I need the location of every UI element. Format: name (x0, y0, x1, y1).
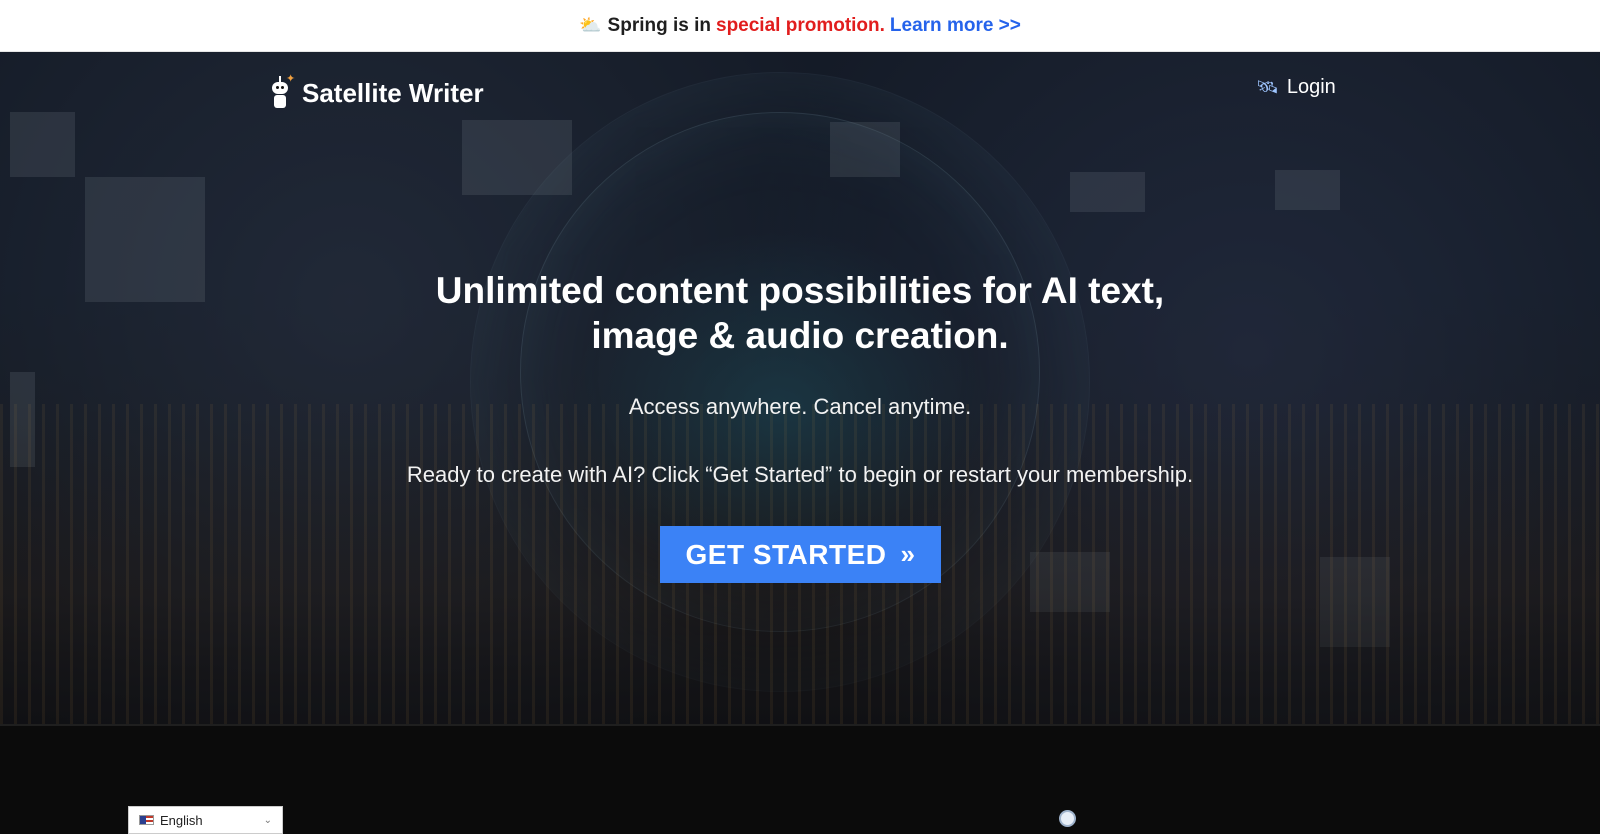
sun-behind-cloud-icon: ⛅ (579, 15, 602, 35)
hero-subline: Access anywhere. Cancel anytime. (628, 394, 972, 419)
hero-overlay (0, 52, 1600, 724)
robot-icon: ✦ (268, 73, 295, 110)
promo-banner: ⛅ Spring is in special promotion. Learn … (0, 0, 1600, 52)
login-link[interactable]: 🛰 Login (1256, 76, 1336, 99)
chevrons-right-icon: » (900, 539, 916, 569)
get-started-label: GET STARTED (685, 538, 887, 570)
us-flag-icon (139, 815, 154, 825)
hero-headline-line2: image & audio creation. (591, 315, 1009, 356)
hero-section: ✦ Satellite Writer 🛰 Login Unlimited con… (0, 52, 1600, 724)
promo-text: Spring is in (607, 14, 711, 36)
chevron-down-icon: ⌄ (263, 814, 272, 826)
get-started-button[interactable]: GET STARTED » (660, 526, 941, 583)
login-label: Login (1286, 76, 1336, 98)
hero-headline: Unlimited content possibilities for AI t… (350, 268, 1250, 358)
loading-indicator (1059, 810, 1076, 827)
hero-ready-line: Ready to create with AI? Click “Get Star… (406, 462, 1194, 487)
brand-name: Satellite Writer (302, 77, 484, 108)
satellite-icon: 🛰 (1256, 77, 1279, 97)
learn-more-link[interactable]: Learn more >> (890, 15, 1021, 37)
language-select[interactable]: English ⌄ (128, 806, 283, 834)
promo-highlight: special promotion. (716, 14, 885, 36)
language-label: English (160, 812, 203, 828)
brand-logo-link[interactable]: ✦ Satellite Writer (268, 73, 484, 110)
hero-headline-line1: Unlimited content possibilities for AI t… (435, 270, 1165, 311)
